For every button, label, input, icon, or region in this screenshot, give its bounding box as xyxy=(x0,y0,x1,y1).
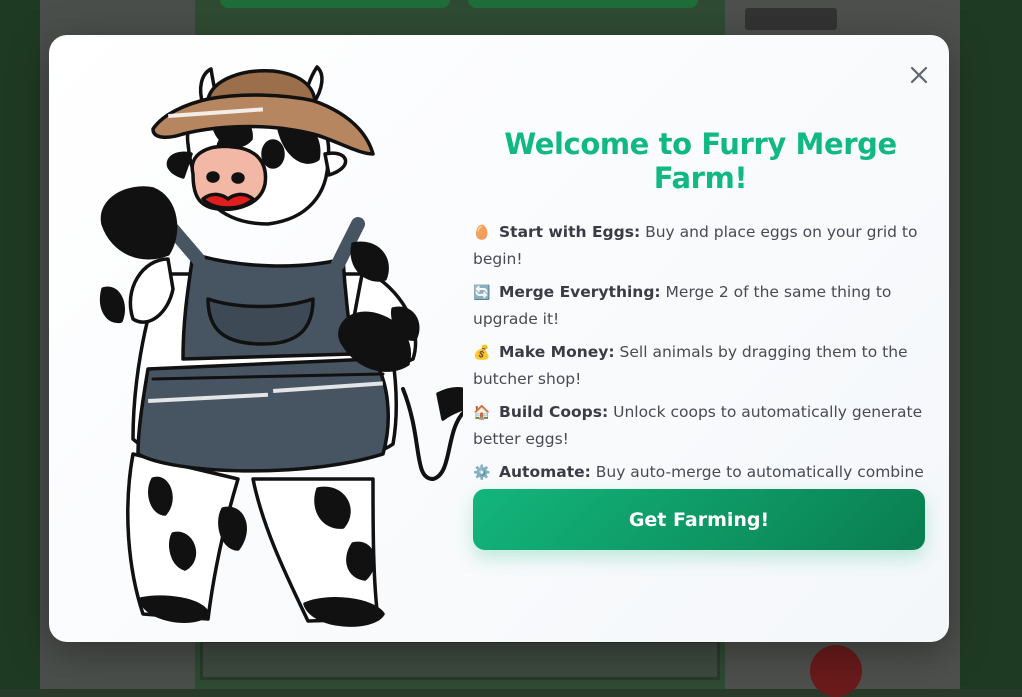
feature-label: Merge Everything: xyxy=(499,283,661,301)
feature-list: 🥚 Start with Eggs: Buy and place eggs on … xyxy=(473,219,928,512)
merge-icon: 🔄 xyxy=(473,285,491,301)
welcome-content: Welcome to Furry Merge Farm! 🥚 Start with… xyxy=(473,127,928,519)
feature-label: Automate: xyxy=(499,463,591,481)
background-grid-bottom xyxy=(200,640,720,680)
close-icon[interactable] xyxy=(907,63,931,87)
feature-item-start-with-eggs: 🥚 Start with Eggs: Buy and place eggs on … xyxy=(473,219,928,272)
background-button xyxy=(468,0,698,8)
background-button xyxy=(220,0,450,8)
modal-title: Welcome to Furry Merge Farm! xyxy=(504,127,897,195)
cow-mascot-illustration xyxy=(100,65,463,627)
feature-label: Start with Eggs: xyxy=(499,223,641,241)
coop-icon: 🏠 xyxy=(473,405,491,421)
background-right-strip xyxy=(960,0,1022,689)
feature-item-merge-everything: 🔄 Merge Everything: Merge 2 of the same t… xyxy=(473,279,928,332)
feature-label: Build Coops: xyxy=(499,403,609,421)
feature-item-build-coops: 🏠 Build Coops: Unlock coops to automatica… xyxy=(473,399,928,452)
egg-icon: 🥚 xyxy=(473,225,491,241)
background-left-strip xyxy=(0,0,40,689)
get-farming-button[interactable]: Get Farming! xyxy=(473,489,925,550)
feature-item-make-money: 💰 Make Money: Sell animals by dragging th… xyxy=(473,339,928,392)
money-bag-icon: 💰 xyxy=(473,345,491,361)
background-shop-icon xyxy=(810,645,862,697)
background-label xyxy=(745,8,837,30)
gear-icon: ⚙️ xyxy=(473,465,491,481)
welcome-modal: Welcome to Furry Merge Farm! 🥚 Start with… xyxy=(49,35,949,642)
feature-label: Make Money: xyxy=(499,343,615,361)
